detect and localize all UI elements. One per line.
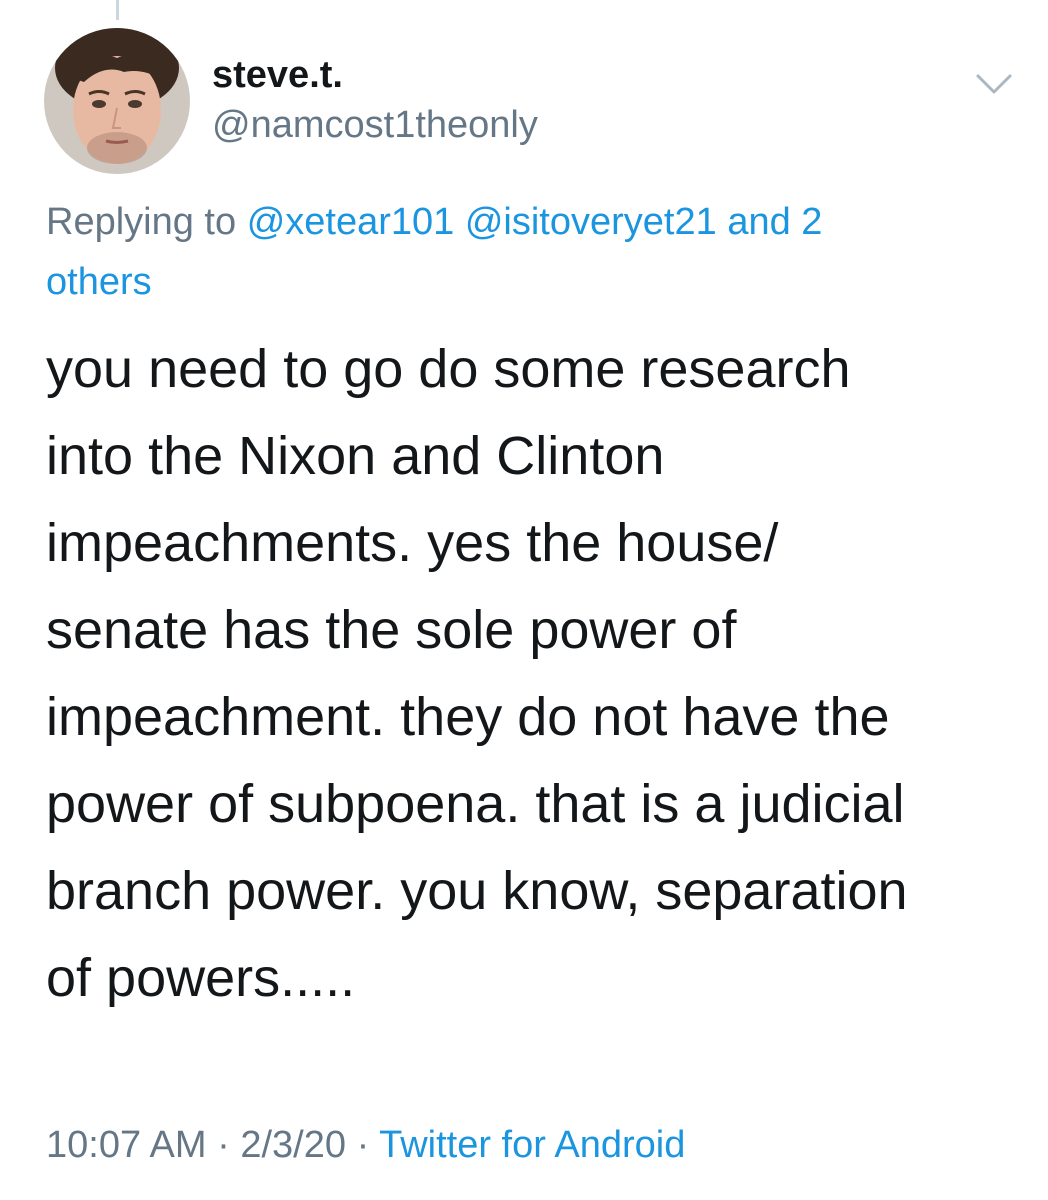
reply-mention-and-2[interactable]: and 2 [727,201,822,243]
replying-to-label: Replying to [46,201,237,243]
meta-separator: · [356,1124,370,1166]
tweet-meta: 10:07 AM · 2/3/20 · Twitter for Android [46,1120,685,1170]
reply-mention-isitoveryet21[interactable]: @isitoveryet21 [465,201,717,243]
tweet-body-line: branch power. you know, separation [46,861,908,921]
tweet-body-line: power of subpoena. that is a judicial [46,774,905,834]
tweet-body-line: you need to go do some research [46,339,851,399]
tweet-body-line: senate has the sole power of [46,600,737,660]
reply-mention-xetear101[interactable]: @xetear101 [247,201,455,243]
tweet-body-line: impeachments. yes the house/ [46,513,779,573]
tweet-menu-button[interactable] [970,64,1018,104]
tweet-body-line: impeachment. they do not have the [46,687,890,747]
tweet-time[interactable]: 10:07 AM [46,1124,207,1166]
tweet-source-link[interactable]: Twitter for Android [379,1124,685,1166]
tweet-date[interactable]: 2/3/20 [240,1124,346,1166]
display-name[interactable]: steve.t. [212,52,343,98]
tweet-body: you need to go do some research into the… [46,326,1016,1022]
user-handle[interactable]: @namcost1theonly [212,102,538,148]
avatar-photo-icon [44,28,190,174]
chevron-down-icon [976,74,1012,94]
avatar[interactable] [44,28,190,174]
meta-separator: · [217,1124,230,1166]
tweet-body-line: of powers..... [46,948,356,1008]
thread-connector-line [116,0,119,20]
replying-to-line: Replying to @xetear101 @isitoveryet21 an… [46,192,946,312]
reply-mention-others[interactable]: others [46,261,152,303]
tweet-body-line: into the Nixon and Clinton [46,426,665,486]
